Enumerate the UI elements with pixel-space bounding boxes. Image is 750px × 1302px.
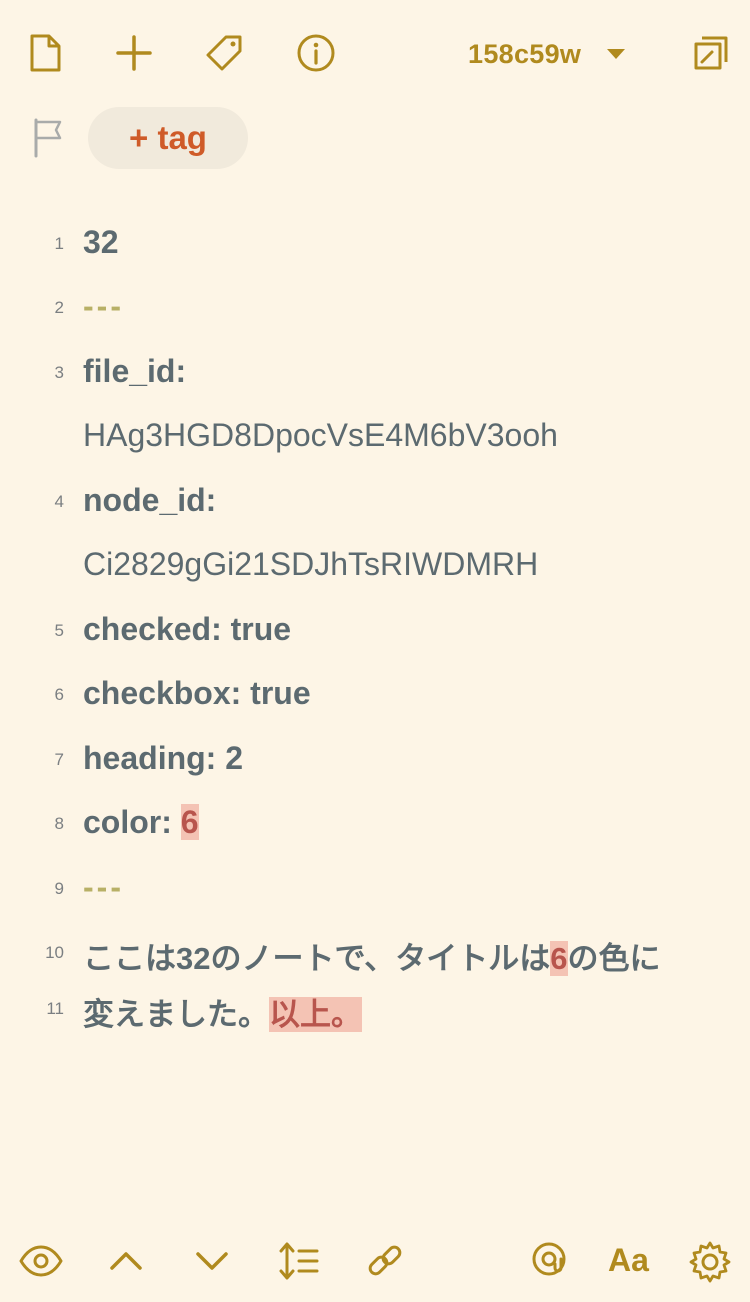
new-file-icon[interactable] — [28, 33, 64, 73]
line-text-prefix: color: — [83, 804, 181, 840]
line-number: 10 — [45, 943, 64, 962]
line-number: 2 — [54, 298, 64, 317]
link-icon[interactable] — [364, 1240, 406, 1282]
font-size-icon[interactable]: Aa — [608, 1242, 656, 1282]
line-number: 1 — [54, 234, 64, 253]
line-text: file_id: — [83, 353, 187, 389]
tag-icon[interactable] — [204, 33, 246, 73]
plus-icon[interactable] — [115, 34, 153, 72]
info-icon[interactable] — [296, 33, 336, 73]
line-text: 32 — [83, 224, 119, 260]
line-number: 3 — [54, 363, 64, 382]
line-number: 9 — [54, 879, 64, 898]
line-text: heading: 2 — [83, 740, 244, 776]
frontmatter-delimiter: --- — [83, 869, 124, 905]
highlight-text: 6 — [550, 941, 568, 976]
line-text: node_id: — [83, 482, 217, 518]
search-icon[interactable] — [530, 1240, 572, 1282]
chevron-down-icon[interactable] — [194, 1248, 230, 1274]
settings-icon[interactable] — [688, 1240, 732, 1284]
body-text: ここは32のノートで、タイトルは — [83, 941, 551, 976]
line-number: 8 — [54, 814, 64, 833]
line-number: 7 — [54, 750, 64, 769]
body-text: 変えました。 — [83, 997, 269, 1032]
line-text: Ci2829gGi21SDJhTsRIWDMRH — [83, 546, 539, 582]
line-text: checked: true — [83, 611, 292, 647]
line-text: ここは32のノートで、タイトルは6の色に — [83, 933, 661, 978]
line-number: 4 — [54, 492, 64, 511]
line-height-icon[interactable] — [278, 1240, 320, 1282]
chevron-up-icon[interactable] — [108, 1248, 144, 1274]
eye-icon[interactable] — [18, 1244, 64, 1278]
line-text: 変えました。以上。 — [83, 989, 362, 1034]
line-number: 5 — [54, 621, 64, 640]
caret-down-icon — [607, 49, 626, 59]
body-text: の色に — [567, 941, 661, 976]
line-text: color: 6 — [83, 804, 199, 841]
flag-icon[interactable] — [33, 118, 65, 158]
line-text: checkbox: true — [83, 675, 311, 711]
line-number: 11 — [46, 999, 64, 1018]
add-tag-button[interactable]: + tag — [88, 107, 248, 169]
frontmatter-delimiter: --- — [83, 288, 124, 324]
branch-selector[interactable]: 158c59w — [468, 36, 626, 72]
branch-label: 158c59w — [468, 38, 582, 69]
highlight-text: 以上。 — [269, 997, 362, 1032]
line-text: HAg3HGD8DpocVsE4M6bV3ooh — [83, 417, 558, 453]
window-icon[interactable] — [692, 34, 730, 72]
line-number: 6 — [54, 685, 64, 704]
color-highlight: 6 — [180, 804, 199, 840]
